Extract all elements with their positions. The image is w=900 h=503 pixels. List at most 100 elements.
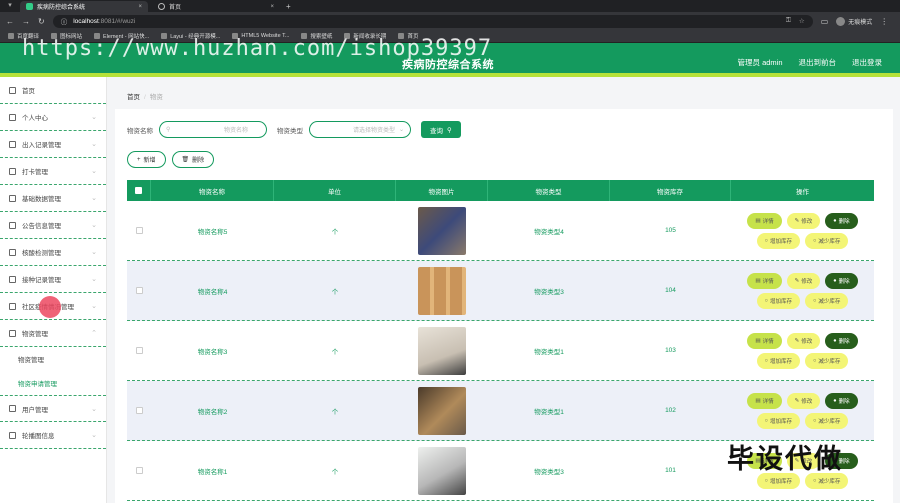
row-checkbox[interactable] xyxy=(135,227,143,234)
users-icon xyxy=(9,405,16,412)
logout-link[interactable]: 退出登录 xyxy=(852,57,882,68)
sidebar: 首页 个人中心 ⌄ 出入记录管理 ⌄ 打卡管理 ⌄ 基础数据管理 ⌄ 公告信息管理 ⌄ 核… xyxy=(0,77,107,503)
bookmark[interactable]: 图标网站 xyxy=(51,32,82,40)
supply-name: 物资名称5 xyxy=(197,228,228,236)
incognito-profile[interactable]: 无痕模式 xyxy=(836,16,872,26)
sidebar-subitem-supplies[interactable]: 物资管理 xyxy=(0,347,106,371)
bookmark[interactable]: Element - 网站快... xyxy=(94,32,149,40)
reduce-stock-button[interactable]: ○ 减少库存 xyxy=(805,292,849,309)
supply-stock: 105 xyxy=(665,227,676,234)
corner-watermark: 毕设代做 xyxy=(727,444,843,474)
back-icon[interactable]: ← xyxy=(6,17,14,26)
sidebar-item-carousel[interactable]: 轮播图信息 ⌄ xyxy=(0,422,106,449)
detail-button[interactable]: ▤ 详情 xyxy=(747,332,782,349)
column-header: 物资图片 xyxy=(396,180,488,201)
add-stock-button[interactable]: ○ 增加库存 xyxy=(756,352,800,369)
bookmark[interactable]: 首页 xyxy=(398,32,418,40)
select-all-checkbox[interactable] xyxy=(135,187,142,194)
reduce-stock-button[interactable]: ○ 减少库存 xyxy=(805,232,849,249)
delete-button[interactable]: ● 删除 xyxy=(825,212,858,229)
close-icon[interactable]: × xyxy=(138,4,142,10)
address-bar: ← → ↻ ⓘ localhost:8081/#/wuzi ⚿ ☆ ▭ 无痕模式… xyxy=(0,12,900,30)
delete-button[interactable]: ● 删除 xyxy=(825,392,858,409)
delete-button[interactable]: ● 删除 xyxy=(825,332,858,349)
detail-button[interactable]: ▤ 详情 xyxy=(747,212,782,229)
admin-user-label: 管理员 admin xyxy=(737,58,783,67)
detail-button[interactable]: ▤ 详情 xyxy=(747,392,782,409)
chevron-down-icon: ⌄ xyxy=(91,432,97,439)
bookmark[interactable]: HTML5 Website T... xyxy=(232,33,289,39)
supply-unit: 个 xyxy=(331,408,339,416)
sidebar-item-users[interactable]: 用户管理 ⌄ xyxy=(0,395,106,422)
type-select[interactable]: 请选择物资类型 ⌄ xyxy=(309,121,411,138)
sidebar-item-vaccination[interactable]: 接种记录管理 ⌄ xyxy=(0,266,106,293)
forward-icon[interactable]: → xyxy=(22,17,30,26)
add-stock-button[interactable]: ○ 增加库存 xyxy=(756,412,800,429)
star-icon[interactable]: ☆ xyxy=(799,17,805,25)
search-icon: ⚲ xyxy=(166,127,171,133)
add-button[interactable]: + 新增 xyxy=(127,151,166,168)
detail-icon: ▤ xyxy=(755,397,761,404)
vue-favicon-icon xyxy=(26,3,33,10)
sidebar-item-profile[interactable]: 个人中心 ⌄ xyxy=(0,104,106,131)
bulb-icon: ○ xyxy=(813,357,817,364)
bookmark[interactable]: 百度翻译 xyxy=(8,32,39,40)
bookmarks-bar: 百度翻译 图标网站 Element - 网站快... Layui - 经典开源模… xyxy=(0,30,900,43)
edit-button[interactable]: ✎ 修改 xyxy=(786,392,821,409)
key-icon[interactable]: ⚿ xyxy=(786,17,791,25)
column-header: 物资名称 xyxy=(151,180,274,201)
reduce-stock-button[interactable]: ○ 减少库存 xyxy=(805,412,849,429)
detail-icon: ▤ xyxy=(755,277,761,284)
incognito-icon xyxy=(836,16,846,26)
sidebar-item-supplies[interactable]: 物资管理 ⌃ xyxy=(0,320,106,347)
sidebar-item-basic-data[interactable]: 基础数据管理 ⌄ xyxy=(0,185,106,212)
app-title: 疾病防控综合系统 xyxy=(402,59,494,71)
search-button[interactable]: 查询 ⚲ xyxy=(421,121,461,138)
row-checkbox[interactable] xyxy=(135,287,143,294)
sidebar-item-nucleic-test[interactable]: 核酸检测管理 ⌄ xyxy=(0,239,106,266)
chevron-down-icon: ⌄ xyxy=(91,168,97,175)
detail-button[interactable]: ▤ 详情 xyxy=(747,272,782,289)
reload-icon[interactable]: ↻ xyxy=(38,17,45,26)
bookmark[interactable]: 搜索壁纸 xyxy=(301,32,332,40)
delete-button[interactable]: ● 删除 xyxy=(825,272,858,289)
row-checkbox[interactable] xyxy=(135,347,143,354)
browser-tab[interactable]: 首页 × xyxy=(152,1,280,12)
edit-button[interactable]: ✎ 修改 xyxy=(786,212,821,229)
edit-button[interactable]: ✎ 修改 xyxy=(786,332,821,349)
sidebar-item-checkin[interactable]: 打卡管理 ⌄ xyxy=(0,158,106,185)
trash-icon: 🗑 xyxy=(181,157,190,163)
extensions-icon[interactable]: ▭ xyxy=(821,17,829,26)
batch-delete-button[interactable]: 🗑 删除 xyxy=(171,151,215,168)
sidebar-subitem-supply-requests[interactable]: 物资申请管理 xyxy=(0,371,106,395)
detail-icon: ▤ xyxy=(755,337,761,344)
more-menu-icon[interactable]: ⋮ xyxy=(880,17,888,26)
reduce-stock-button[interactable]: ○ 减少库存 xyxy=(805,352,849,369)
add-stock-button[interactable]: ○ 增加库存 xyxy=(756,232,800,249)
edit-icon: ✎ xyxy=(794,337,800,344)
new-tab-icon[interactable]: + xyxy=(286,1,291,12)
add-stock-button[interactable]: ○ 增加库存 xyxy=(756,292,800,309)
supply-image xyxy=(418,446,466,495)
bookmark[interactable]: 新闻收录长期 xyxy=(344,32,386,40)
edit-button[interactable]: ✎ 修改 xyxy=(786,272,821,289)
supply-name: 物资名称3 xyxy=(197,348,228,356)
name-search-input[interactable]: ⚲ 物资名称 xyxy=(159,121,267,138)
sidebar-item-home[interactable]: 首页 xyxy=(0,77,106,104)
browser-menu-icon[interactable]: ▾ xyxy=(4,0,16,12)
supply-type: 物资类型1 xyxy=(534,408,564,416)
plus-icon: + xyxy=(137,156,141,163)
browser-tab-active[interactable]: 疾病防控综合系统 × xyxy=(20,1,148,12)
sidebar-item-access-records[interactable]: 出入记录管理 ⌄ xyxy=(0,131,106,158)
url-input[interactable]: ⓘ localhost:8081/#/wuzi ⚿ ☆ xyxy=(52,14,813,28)
sidebar-item-announcements[interactable]: 公告信息管理 ⌄ xyxy=(0,212,106,239)
chevron-down-icon: ⌄ xyxy=(398,127,404,133)
row-checkbox[interactable] xyxy=(135,467,143,474)
breadcrumb-home[interactable]: 首页 xyxy=(127,94,140,101)
go-to-frontend-link[interactable]: 退出到前台 xyxy=(799,57,837,68)
supply-image xyxy=(418,206,466,255)
row-checkbox[interactable] xyxy=(135,407,143,414)
close-icon[interactable]: × xyxy=(270,4,274,10)
select-all-cell xyxy=(127,180,151,201)
bookmark[interactable]: Layui - 经典开源模... xyxy=(161,32,220,40)
